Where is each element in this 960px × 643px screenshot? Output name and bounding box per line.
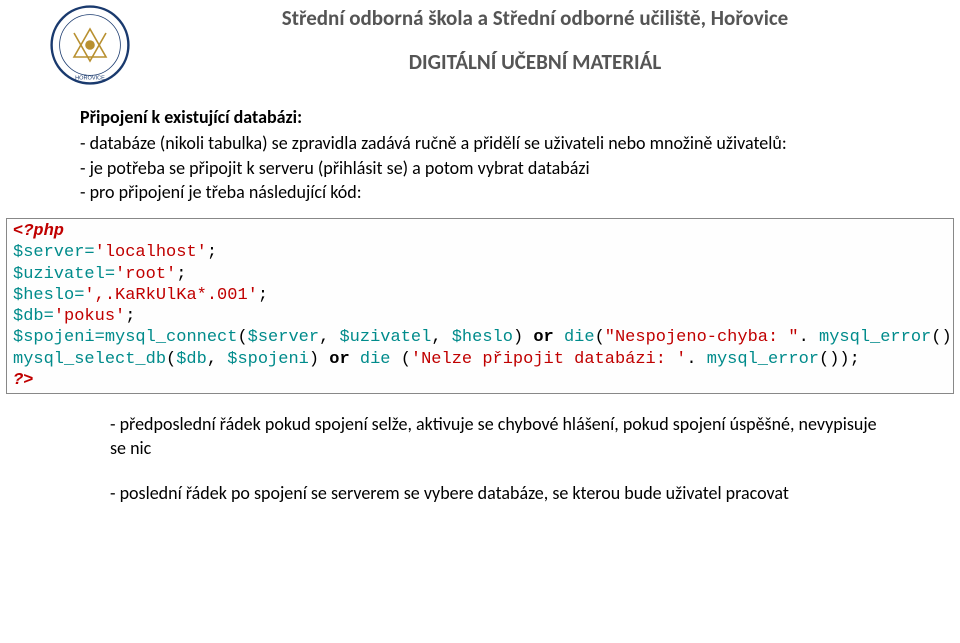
- paragraph-3: - pro připojení je třeba následující kód…: [80, 180, 880, 204]
- func-error: mysql_error: [819, 328, 931, 347]
- paragraph-1: - databáze (nikoli tabulka) se zpravidla…: [80, 131, 880, 155]
- lparen: (: [931, 328, 941, 347]
- var-heslo: $heslo: [13, 286, 74, 305]
- comma: ,: [431, 328, 451, 347]
- paragraph-4: - předposlední řádek pokud spojení selže…: [80, 412, 880, 461]
- document-subtitle: DIGITÁLNÍ UČEBNÍ MATERIÁL: [130, 49, 940, 75]
- code-block: <?php $server='localhost'; $uzivatel='ro…: [6, 218, 954, 394]
- comma: ,: [207, 350, 227, 369]
- func-die: die: [360, 350, 391, 369]
- arg-heslo: $heslo: [452, 328, 513, 347]
- paragraph-5: - poslední řádek po spojení se serverem …: [80, 481, 880, 505]
- func-select-db: mysql_select_db: [13, 350, 166, 369]
- func-connect: mysql_connect: [105, 328, 238, 347]
- rparen: ): [952, 328, 954, 347]
- rparen: ): [839, 350, 849, 369]
- arg-server: $server: [248, 328, 319, 347]
- lparen: (: [237, 328, 247, 347]
- comma: ,: [319, 328, 339, 347]
- var-spojeni: $spojeni: [13, 328, 95, 347]
- str-pokus: 'pokus': [54, 307, 125, 326]
- equals: =: [84, 243, 94, 262]
- semicolon: ;: [125, 307, 135, 326]
- var-db: $db: [13, 307, 44, 326]
- lparen: (: [401, 350, 411, 369]
- document-header: HOŘOVICE Střední odborná škola a Střední…: [0, 0, 960, 105]
- str-root: 'root': [115, 265, 176, 284]
- lparen: (: [166, 350, 176, 369]
- rparen: ): [829, 350, 839, 369]
- keyword-or: or: [533, 328, 553, 347]
- section-title: Připojení k existující databázi:: [80, 105, 880, 129]
- header-text-block: Střední odborná škola a Střední odborné …: [130, 5, 940, 75]
- str-localhost: 'localhost': [95, 243, 207, 262]
- svg-text:HOŘOVICE: HOŘOVICE: [75, 73, 105, 81]
- document-content: Připojení k existující databázi: - datab…: [0, 105, 960, 204]
- rparen: ): [309, 350, 319, 369]
- str-err1: "Nespojeno-chyba: ": [605, 328, 799, 347]
- str-err2: 'Nelze připojit databázi: ': [411, 350, 686, 369]
- func-error: mysql_error: [707, 350, 819, 369]
- equals: =: [44, 307, 54, 326]
- document-content-bottom: - předposlední řádek pokud spojení selže…: [0, 412, 960, 505]
- equals: =: [74, 286, 84, 305]
- semicolon: ;: [258, 286, 268, 305]
- lparen: (: [595, 328, 605, 347]
- var-server: $server: [13, 243, 84, 262]
- func-die: die: [564, 328, 595, 347]
- concat: .: [799, 328, 819, 347]
- equals: =: [95, 328, 105, 347]
- semicolon: ;: [850, 350, 860, 369]
- lparen: (: [819, 350, 829, 369]
- arg-db: $db: [176, 350, 207, 369]
- school-logo: HOŘOVICE: [50, 5, 130, 85]
- str-heslo: ',.KaRkUlKa*.001': [84, 286, 257, 305]
- paragraph-2: - je potřeba se připojit k serveru (přih…: [80, 156, 880, 180]
- arg-spojeni: $spojeni: [227, 350, 309, 369]
- semicolon: ;: [176, 265, 186, 284]
- php-open-tag: <?php: [13, 222, 64, 241]
- arg-uzivatel: $uzivatel: [339, 328, 431, 347]
- rparen: ): [941, 328, 951, 347]
- rparen: ): [513, 328, 523, 347]
- keyword-or: or: [329, 350, 349, 369]
- school-name: Střední odborná škola a Střední odborné …: [130, 5, 940, 31]
- equals: =: [105, 265, 115, 284]
- php-close-tag: ?>: [13, 371, 33, 390]
- var-uzivatel: $uzivatel: [13, 265, 105, 284]
- semicolon: ;: [207, 243, 217, 262]
- concat: .: [686, 350, 706, 369]
